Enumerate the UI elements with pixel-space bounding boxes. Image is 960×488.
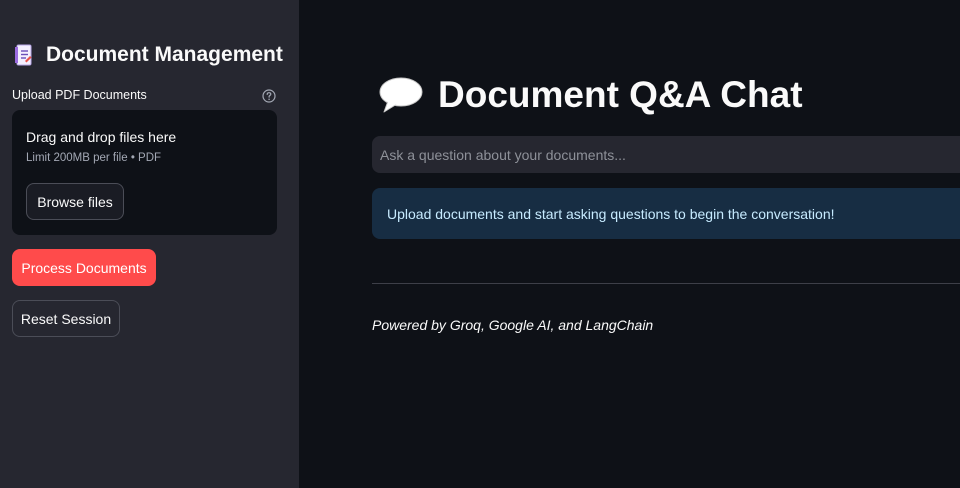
page-title-text: Document Q&A Chat (438, 74, 803, 115)
browse-files-button[interactable]: Browse files (26, 183, 124, 220)
upload-label: Upload PDF Documents (12, 88, 147, 102)
process-documents-button[interactable]: Process Documents (12, 249, 156, 286)
dropzone-title: Drag and drop files here (26, 129, 177, 145)
sidebar: Document Management Upload PDF Documents… (0, 0, 299, 488)
reset-session-button[interactable]: Reset Session (12, 300, 120, 337)
document-icon (14, 44, 34, 66)
sidebar-title: Document Management (14, 43, 283, 67)
sidebar-title-text: Document Management (46, 43, 283, 66)
question-input[interactable] (372, 136, 960, 173)
info-message: Upload documents and start asking questi… (372, 188, 960, 239)
speech-bubble-icon (378, 75, 424, 115)
divider (372, 283, 960, 284)
dropzone-limit: Limit 200MB per file • PDF (26, 152, 162, 164)
page-title: Document Q&A Chat (378, 74, 803, 116)
file-dropzone[interactable]: Drag and drop files here Limit 200MB per… (12, 110, 277, 235)
question-circle-icon[interactable] (262, 89, 276, 103)
footer-credits: Powered by Groq, Google AI, and LangChai… (372, 317, 654, 333)
